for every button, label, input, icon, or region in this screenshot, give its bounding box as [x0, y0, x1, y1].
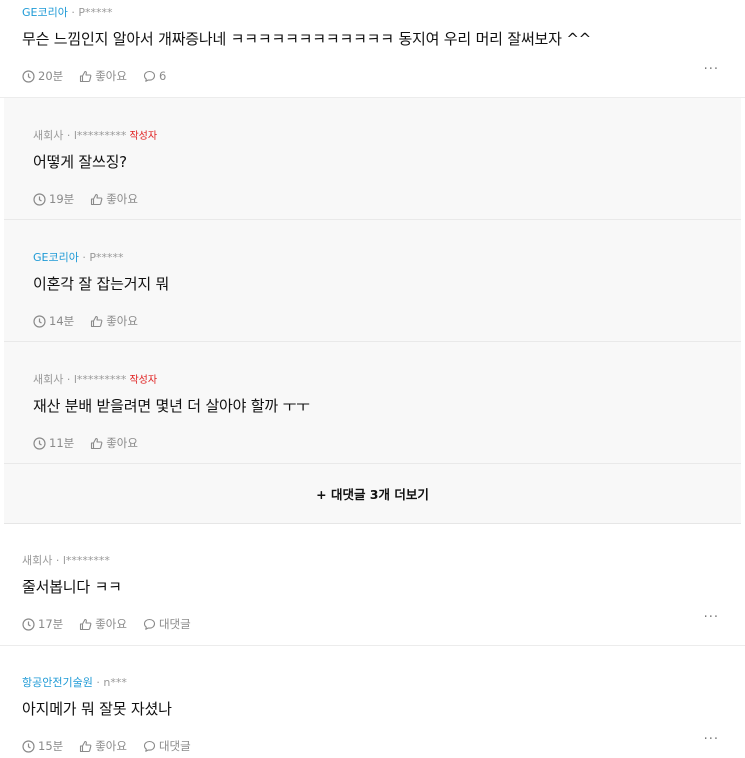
author-badge: 작성자 — [129, 131, 158, 142]
reply-count-button[interactable]: 6 — [143, 69, 166, 83]
more-replies-button[interactable]: + 대댓글 3개 더보기 — [4, 464, 741, 524]
reply-thread: 새회사 · l********* 작성자 어떻게 잘쓰징? 19분 좋아요 GE코… — [4, 98, 741, 464]
comment-meta: 항공안전기술원 · n*** — [22, 676, 127, 689]
more-options-button[interactable]: ··· — [704, 62, 719, 77]
username: l********* — [73, 129, 127, 142]
speech-bubble-icon — [143, 618, 156, 630]
thumbs-up-icon — [91, 437, 103, 449]
reply-actions: 19분 좋아요 — [33, 191, 712, 207]
company-name[interactable]: 새회사 — [33, 129, 63, 142]
thumbs-up-icon — [91, 315, 103, 327]
username: l******** — [62, 554, 110, 567]
comment-text: 줄서봅니다 ㅋㅋ — [22, 578, 122, 596]
reply: 새회사 · l********* 작성자 어떻게 잘쓰징? 19분 좋아요 — [4, 98, 741, 220]
company-name[interactable]: GE코리아 — [22, 6, 68, 19]
clock-icon — [22, 69, 35, 83]
reply: 새회사 · l********* 작성자 재산 분배 받을려면 몇년 더 살아야 … — [4, 342, 741, 464]
time: 11분 — [33, 435, 74, 451]
username: P***** — [78, 6, 113, 19]
clock-icon — [22, 739, 35, 753]
comment: GE코리아 · P***** 무슨 느낌인지 알아서 개짜증나네 ㅋㅋㅋㅋㅋㅋㅋ… — [0, 0, 745, 98]
username: l********* — [73, 373, 127, 386]
reply-text: 재산 분배 받을려면 몇년 더 살아야 할까 ㅜㅜ — [33, 397, 310, 415]
time: 19분 — [33, 191, 74, 207]
clock-icon — [33, 192, 46, 206]
time: 20분 — [22, 68, 63, 84]
time: 15분 — [22, 738, 63, 754]
company-name[interactable]: 새회사 — [33, 373, 63, 386]
like-button[interactable]: 좋아요 — [79, 68, 127, 84]
more-options-button[interactable]: ··· — [704, 732, 719, 747]
comment-actions: 15분 좋아요 대댓글 — [22, 738, 723, 754]
reply-text: 어떻게 잘쓰징? — [33, 153, 127, 171]
reply-actions: 11분 좋아요 — [33, 435, 712, 451]
comment: 새회사 · l******** 줄서봅니다 ㅋㅋ 17분 좋아요 대댓글 ··· — [0, 524, 745, 646]
comment-text: 아지메가 뭐 잘못 자셨나 — [22, 700, 172, 718]
more-options-button[interactable]: ··· — [704, 610, 719, 625]
company-name[interactable]: 새회사 — [22, 554, 52, 567]
comment-actions: 17분 좋아요 대댓글 — [22, 616, 723, 632]
thumbs-up-icon — [80, 618, 92, 630]
thumbs-up-icon — [80, 740, 92, 752]
speech-bubble-icon — [143, 70, 156, 82]
reply-meta: 새회사 · l********* 작성자 — [33, 373, 158, 386]
reply-button[interactable]: 대댓글 — [143, 738, 191, 754]
reply-meta: GE코리아 · P***** — [33, 251, 124, 264]
comment-text: 무슨 느낌인지 알아서 개짜증나네 ㅋㅋㅋㅋㅋㅋㅋㅋㅋㅋㅋㅋ 동지여 우리 머리… — [22, 30, 592, 48]
like-button[interactable]: 좋아요 — [79, 616, 127, 632]
company-name[interactable]: GE코리아 — [33, 251, 79, 264]
clock-icon — [33, 314, 46, 328]
comment-actions: 20분 좋아요 6 — [22, 68, 723, 84]
author-badge: 작성자 — [129, 375, 158, 386]
reply-meta: 새회사 · l********* 작성자 — [33, 129, 158, 142]
reply-text: 이혼각 잘 잡는거지 뭐 — [33, 275, 170, 293]
reply-actions: 14분 좋아요 — [33, 313, 712, 329]
comment-meta: 새회사 · l******** — [22, 554, 110, 567]
time: 17분 — [22, 616, 63, 632]
reply: GE코리아 · P***** 이혼각 잘 잡는거지 뭐 14분 좋아요 — [4, 220, 741, 342]
clock-icon — [33, 436, 46, 450]
like-button[interactable]: 좋아요 — [90, 435, 138, 451]
comment-meta: GE코리아 · P***** — [22, 6, 113, 19]
speech-bubble-icon — [143, 740, 156, 752]
reply-button[interactable]: 대댓글 — [143, 616, 191, 632]
comment: 항공안전기술원 · n*** 아지메가 뭐 잘못 자셨나 15분 좋아요 대댓글… — [0, 646, 745, 758]
company-name[interactable]: 항공안전기술원 — [22, 676, 93, 689]
thumbs-up-icon — [91, 193, 103, 205]
username: n*** — [103, 676, 127, 689]
time: 14분 — [33, 313, 74, 329]
username: P***** — [89, 251, 124, 264]
thumbs-up-icon — [80, 70, 92, 82]
like-button[interactable]: 좋아요 — [79, 738, 127, 754]
like-button[interactable]: 좋아요 — [90, 313, 138, 329]
like-button[interactable]: 좋아요 — [90, 191, 138, 207]
clock-icon — [22, 617, 35, 631]
